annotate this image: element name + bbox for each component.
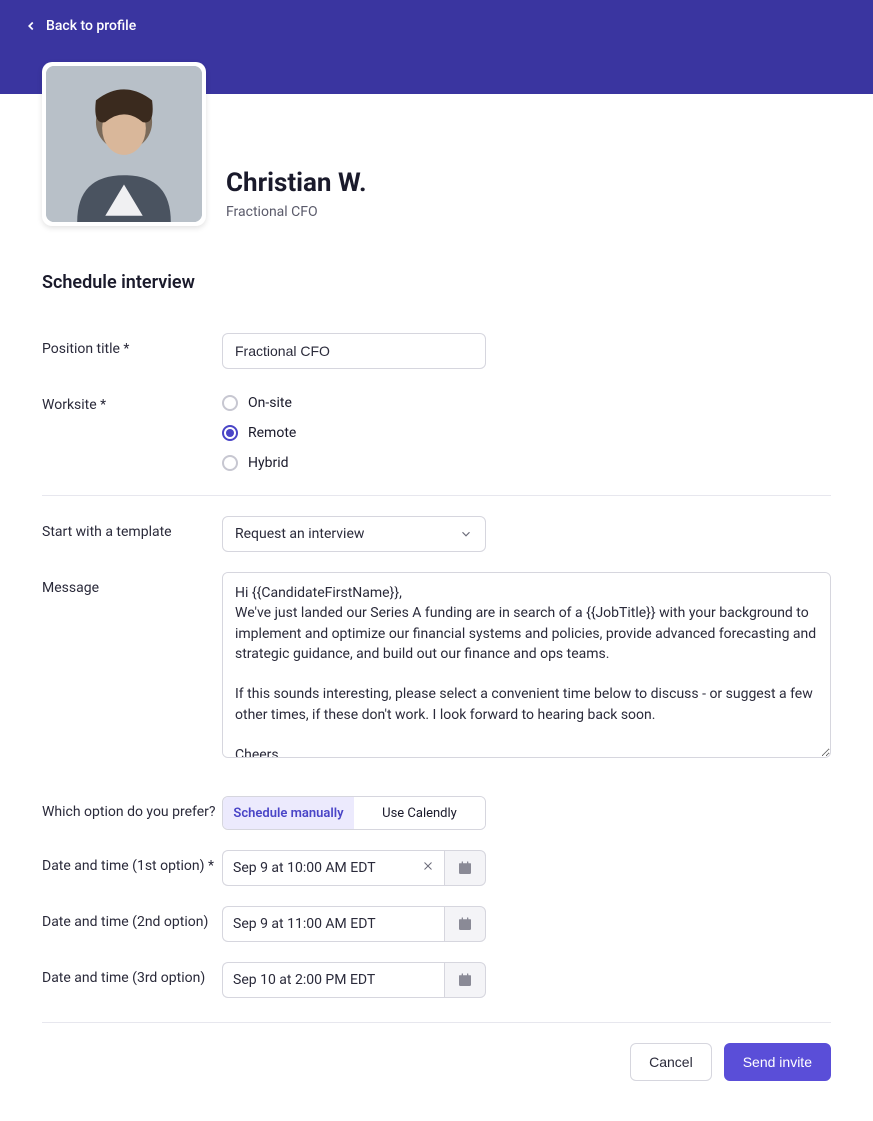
page-title: Schedule interview [42,272,831,293]
chevron-left-icon [24,19,38,33]
chevron-down-icon [459,527,473,541]
candidate-role: Fractional CFO [226,204,367,220]
calendar-icon [457,916,473,932]
avatar-placeholder-icon [46,66,202,222]
close-icon [422,860,434,872]
candidate-name: Christian W. [226,168,367,198]
scheduling-pref-label: Which option do you prefer? [42,796,222,820]
clear-datetime-button[interactable] [422,860,434,876]
template-selected-value: Request an interview [235,526,364,542]
scheduling-option-schedule-manually[interactable]: Schedule manually [223,797,354,829]
divider [42,1022,831,1023]
datetime-label-1: Date and time (1st option) * [42,850,222,874]
worksite-option-label: Remote [248,425,296,441]
radio-icon [222,395,238,411]
message-textarea[interactable] [222,572,831,758]
worksite-label: Worksite * [42,389,222,413]
calendar-icon [457,860,473,876]
worksite-option-label: On-site [248,395,292,411]
open-calendar-button[interactable] [444,850,486,886]
worksite-radio-hybrid[interactable]: Hybrid [222,455,831,471]
worksite-radio-remote[interactable]: Remote [222,425,831,441]
cancel-button[interactable]: Cancel [630,1043,712,1081]
open-calendar-button[interactable] [444,906,486,942]
back-label: Back to profile [46,18,136,34]
calendar-icon [457,972,473,988]
scheduling-option-use-calendly[interactable]: Use Calendly [354,797,485,829]
message-label: Message [42,572,222,596]
send-invite-button[interactable]: Send invite [724,1043,831,1081]
candidate-header: Christian W. Fractional CFO [42,62,831,226]
position-title-label: Position title * [42,333,222,357]
back-to-profile-link[interactable]: Back to profile [0,0,873,34]
position-title-input[interactable] [222,333,486,369]
datetime-label-3: Date and time (3rd option) [42,962,222,986]
radio-icon [222,455,238,471]
datetime-input-3[interactable]: Sep 10 at 2:00 PM EDT [222,962,444,998]
worksite-option-label: Hybrid [248,455,289,471]
open-calendar-button[interactable] [444,962,486,998]
avatar [42,62,206,226]
divider [42,495,831,496]
template-select[interactable]: Request an interview [222,516,486,552]
datetime-input-1[interactable]: Sep 9 at 10:00 AM EDT [222,850,444,886]
datetime-label-2: Date and time (2nd option) [42,906,222,930]
template-label: Start with a template [42,516,222,540]
radio-icon [222,425,238,441]
worksite-radio-on-site[interactable]: On-site [222,395,831,411]
datetime-input-2[interactable]: Sep 9 at 11:00 AM EDT [222,906,444,942]
